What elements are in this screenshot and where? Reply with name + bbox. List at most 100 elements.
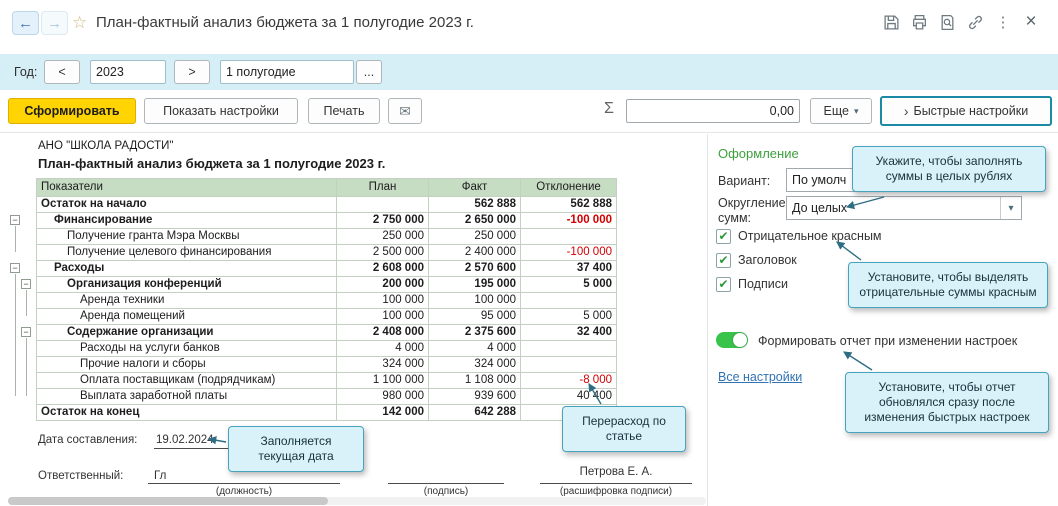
cell-plan[interactable] [337,197,429,213]
cell-plan[interactable]: 2 500 000 [337,245,429,261]
table-row: Организация конференций 200 000 195 000 … [37,277,617,293]
cell-plan[interactable]: 2 750 000 [337,213,429,229]
cell-deviation[interactable]: 5 000 [521,277,617,293]
checkbox[interactable]: ✔ [716,228,731,244]
print-button[interactable]: Печать [308,98,380,124]
cell-fact[interactable]: 562 888 [429,197,521,213]
cell-indicator[interactable]: Остаток на начало [37,197,337,213]
checkbox[interactable]: ✔ [716,252,731,268]
cell-plan[interactable]: 1 100 000 [337,373,429,389]
prev-year-button[interactable]: < [44,60,80,84]
mail-button[interactable]: ✉ [388,98,422,124]
cell-indicator[interactable]: Содержание организации [37,325,337,341]
cell-deviation[interactable]: -100 000 [521,213,617,229]
collapse-group-button[interactable]: − [21,279,31,289]
cell-fact[interactable]: 2 570 600 [429,261,521,277]
close-icon[interactable]: × [1020,11,1042,32]
period-input[interactable] [220,60,354,84]
cell-indicator[interactable]: Аренда помещений [37,309,337,325]
column-header-plan[interactable]: План [337,179,429,197]
cell-deviation[interactable]: -8 000 [521,373,617,389]
table-row: Получение целевого финансирования 2 500 … [37,245,617,261]
cell-indicator[interactable]: Аренда техники [37,293,337,309]
table-row: Прочие налоги и сборы 324 000 324 000 [37,357,617,373]
cell-fact[interactable]: 2 400 000 [429,245,521,261]
generate-button[interactable]: Сформировать [8,98,136,124]
next-year-button[interactable]: > [174,60,210,84]
cell-deviation[interactable]: 32 400 [521,325,617,341]
cell-plan[interactable]: 980 000 [337,389,429,405]
all-settings-link[interactable]: Все настройки [718,370,802,384]
sum-input[interactable] [626,99,800,123]
cell-deviation[interactable]: 5 000 [521,309,617,325]
cell-plan[interactable]: 100 000 [337,293,429,309]
cell-deviation[interactable]: 37 400 [521,261,617,277]
titlebar: ← → ☆ План-фактный анализ бюджета за 1 п… [0,0,1058,52]
cell-plan[interactable]: 2 608 000 [337,261,429,277]
period-choose-button[interactable]: ... [356,60,382,84]
collapse-group-button[interactable]: − [10,215,20,225]
cell-indicator[interactable]: Остаток на конец [37,405,337,421]
back-button[interactable]: ← [12,11,39,35]
horizontal-scrollbar[interactable] [8,497,706,505]
column-header-indicators[interactable]: Показатели [37,179,337,197]
cell-plan[interactable]: 324 000 [337,357,429,373]
favorite-star-icon[interactable]: ☆ [72,13,87,33]
cell-indicator[interactable]: Организация конференций [37,277,337,293]
cell-fact[interactable]: 100 000 [429,293,521,309]
cell-fact[interactable]: 250 000 [429,229,521,245]
forward-button[interactable]: → [41,11,68,35]
organization-name: АНО "ШКОЛА РАДОСТИ" [38,140,174,152]
print-icon[interactable] [908,12,930,32]
cell-deviation[interactable] [521,357,617,373]
year-input[interactable] [90,60,166,84]
save-icon[interactable] [880,12,902,32]
cell-fact[interactable]: 2 650 000 [429,213,521,229]
cell-fact[interactable]: 324 000 [429,357,521,373]
cell-deviation[interactable] [521,341,617,357]
cell-indicator[interactable]: Расходы [37,261,337,277]
cell-plan[interactable]: 250 000 [337,229,429,245]
cell-plan[interactable]: 4 000 [337,341,429,357]
preview-icon[interactable] [936,12,958,32]
toggle-label: Формировать отчет при изменении настроек [758,334,1018,348]
cell-plan[interactable]: 2 408 000 [337,325,429,341]
cell-plan[interactable]: 142 000 [337,405,429,421]
checkbox[interactable]: ✔ [716,276,731,292]
quick-settings-button[interactable]: › Быстрые настройки [880,96,1052,126]
cell-fact[interactable]: 195 000 [429,277,521,293]
collapse-group-button[interactable]: − [10,263,20,273]
cell-plan[interactable]: 200 000 [337,277,429,293]
cell-deviation[interactable]: -100 000 [521,245,617,261]
show-settings-button[interactable]: Показать настройки [144,98,298,124]
cell-deviation[interactable] [521,293,617,309]
link-icon[interactable] [964,12,986,32]
cell-indicator[interactable]: Получение гранта Мэра Москвы [37,229,337,245]
rounding-combobox[interactable]: До целых ▾ [786,196,1022,220]
chevron-down-icon[interactable]: ▾ [1000,197,1021,219]
cell-indicator[interactable]: Оплата поставщикам (подрядчикам) [37,373,337,389]
cell-deviation[interactable]: 40 400 [521,389,617,405]
cell-fact[interactable]: 95 000 [429,309,521,325]
cell-indicator[interactable]: Получение целевого финансирования [37,245,337,261]
cell-indicator[interactable]: Выплата заработной платы [37,389,337,405]
column-header-deviation[interactable]: Отклонение [521,179,617,197]
collapse-group-button[interactable]: − [21,327,31,337]
scrollbar-thumb[interactable] [8,497,328,505]
cell-indicator[interactable]: Финансирование [37,213,337,229]
cell-fact[interactable]: 2 375 600 [429,325,521,341]
more-actions-button[interactable]: Еще ▾ [810,98,872,124]
cell-plan[interactable]: 100 000 [337,309,429,325]
cell-fact[interactable]: 642 288 [429,405,521,421]
cell-deviation[interactable]: 562 888 [521,197,617,213]
cell-fact[interactable]: 939 600 [429,389,521,405]
toggle-report-auto-update[interactable] [716,332,748,348]
column-header-fact[interactable]: Факт [429,179,521,197]
checkbox-row[interactable]: ✔ Отрицательное красным [716,224,1016,248]
cell-indicator[interactable]: Прочие налоги и сборы [37,357,337,373]
cell-fact[interactable]: 4 000 [429,341,521,357]
cell-fact[interactable]: 1 108 000 [429,373,521,389]
cell-indicator[interactable]: Расходы на услуги банков [37,341,337,357]
more-icon[interactable]: ⋮ [992,12,1014,32]
cell-deviation[interactable] [521,229,617,245]
